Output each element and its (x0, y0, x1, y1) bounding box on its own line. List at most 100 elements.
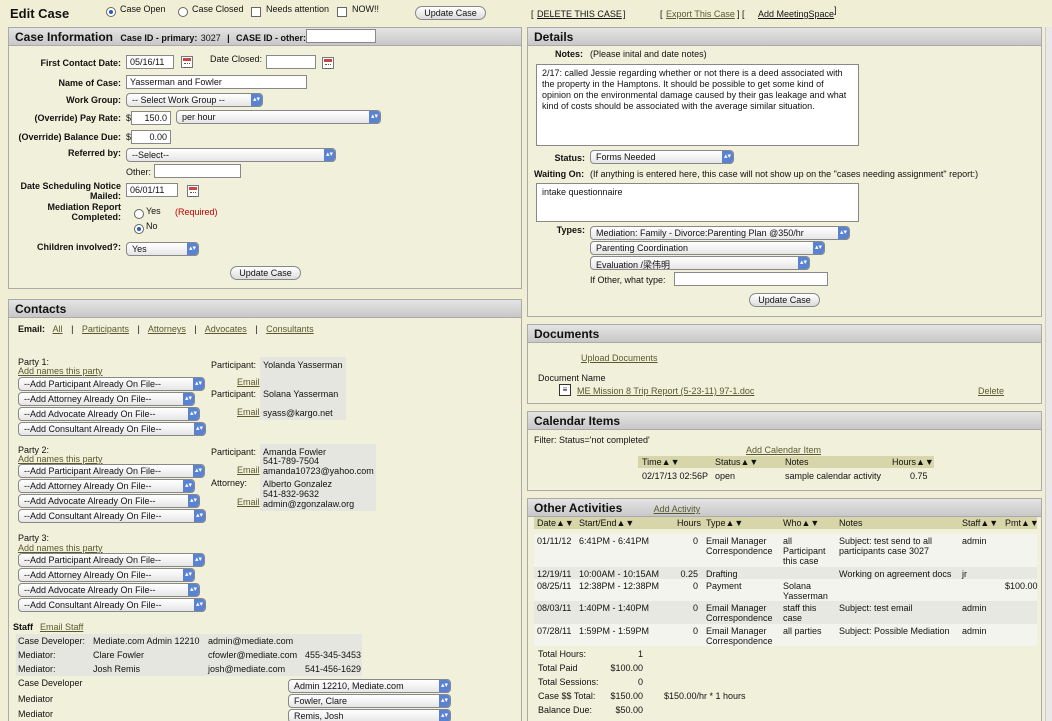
bracket-open-2: [ (660, 9, 663, 19)
filter-attorneys-link[interactable]: Attorneys (148, 324, 186, 334)
update-case-button-details[interactable]: Update Case (749, 293, 820, 307)
party2-add-consultant-select[interactable]: --Add Consultant Already On File-- ▴▾ (18, 509, 206, 523)
party2-add-advocate-select[interactable]: --Add Advocate Already On File-- ▴▾ (18, 494, 200, 508)
party2-add-attorney-select[interactable]: --Add Attorney Already On File-- ▴▾ (18, 479, 195, 493)
party1-add-consultant-select[interactable]: --Add Consultant Already On File-- ▴▾ (18, 422, 206, 436)
total-value: $50.00 (615, 705, 643, 715)
party1-add-advocate-select[interactable]: --Add Advocate Already On File-- ▴▾ (18, 407, 200, 421)
party1-add-participant-select[interactable]: --Add Participant Already On File-- ▴▾ (18, 377, 205, 391)
party1-add-attorney-select[interactable]: --Add Attorney Already On File-- ▴▾ (18, 392, 195, 406)
mediation-no-radio[interactable] (134, 224, 144, 234)
assign-mediator-select[interactable]: Fowler, Clare ▴▾ (288, 694, 451, 708)
activity-cell-notes: Subject: test send to all participants c… (839, 536, 933, 556)
other-type-label: If Other, what type: (590, 275, 666, 285)
other-input[interactable] (154, 164, 241, 178)
activity-cell-who: Solana Yasserman (783, 581, 828, 601)
first-contact-input[interactable]: 05/16/11 (126, 55, 174, 69)
activities-col-date[interactable]: Date▲▼ (537, 518, 574, 528)
activities-col-startend[interactable]: Start/End▲▼ (579, 518, 634, 528)
notice-date-input[interactable]: 06/01/11 (126, 183, 178, 197)
export-case-link[interactable]: Export This Case (666, 9, 735, 19)
add-activity-link[interactable]: Add Activity (654, 504, 701, 514)
date-closed-input[interactable] (266, 55, 316, 69)
referred-select[interactable]: --Select-- ▴▾ (126, 148, 336, 162)
date-closed-label: Date Closed: (210, 54, 263, 64)
email-staff-link[interactable]: Email Staff (40, 622, 83, 632)
activities-col-type[interactable]: Type▲▼ (706, 518, 743, 528)
email-link[interactable]: Email (237, 497, 260, 507)
calendar-icon[interactable] (187, 185, 199, 197)
activities-col-who[interactable]: Who▲▼ (783, 518, 819, 528)
calendar-icon[interactable] (322, 57, 334, 69)
party3-add-participant-select[interactable]: --Add Participant Already On File-- ▴▾ (18, 553, 205, 567)
select-value: --Add Participant Already On File-- (24, 466, 162, 476)
party3-add-names-link[interactable]: Add names this party (18, 543, 103, 553)
filter-all-link[interactable]: All (53, 324, 63, 334)
scrollbar[interactable] (1045, 27, 1052, 721)
chevron-updown-icon: ▴▾ (188, 584, 199, 596)
now-checkbox[interactable] (337, 7, 347, 17)
participant-email: amanda10723@yahoo.com (263, 466, 374, 476)
calendar-col-hours[interactable]: Hours▲▼ (892, 457, 934, 467)
case-closed-radio[interactable] (178, 7, 188, 17)
workgroup-select[interactable]: -- Select Work Group -- ▴▾ (126, 93, 263, 107)
case-open-radio[interactable] (106, 7, 116, 17)
type-select[interactable]: Parenting Coordination ▴▾ (590, 241, 825, 255)
activity-cell-staff: jr (962, 569, 967, 579)
participant-label: Participant: (211, 447, 257, 457)
other-type-input[interactable] (674, 272, 828, 286)
mediation-yes-radio[interactable] (134, 209, 144, 219)
balance-input[interactable]: 0.00 (131, 130, 171, 144)
filter-separator: | (255, 324, 258, 334)
update-case-button-info[interactable]: Update Case (230, 266, 301, 280)
notes-textarea[interactable]: 2/17: called Jessie regarding whether or… (536, 64, 859, 146)
attorney-label: Attorney: (211, 478, 248, 488)
delete-case-link[interactable]: DELETE THIS CASE (537, 9, 622, 19)
add-meetingspace-link[interactable]: Add MeetingSpace (758, 9, 834, 19)
party3-add-advocate-select[interactable]: --Add Advocate Already On File-- ▴▾ (18, 583, 200, 597)
activity-cell-who: staff this case (783, 603, 817, 623)
party3-add-consultant-select[interactable]: --Add Consultant Already On File-- ▴▾ (18, 598, 206, 612)
activity-cell-who: all parties (783, 626, 822, 636)
type-select[interactable]: Evaluation /梁伟明 ▴▾ (590, 256, 810, 270)
assign-role: Mediator (18, 709, 54, 719)
assign-case-developer-select[interactable]: Admin 12210, Mediate.com ▴▾ (288, 679, 451, 693)
update-case-button-top[interactable]: Update Case (415, 6, 486, 20)
case-name-input[interactable]: Yasserman and Fowler (126, 75, 307, 89)
total-label: Balance Due: (538, 705, 593, 715)
email-link[interactable]: Email (237, 407, 260, 417)
party3-add-attorney-select[interactable]: --Add Attorney Already On File-- ▴▾ (18, 568, 195, 582)
filter-participants-link[interactable]: Participants (82, 324, 129, 334)
activities-col-pmt[interactable]: Pmt▲▼ (1005, 518, 1039, 528)
activities-col-staff[interactable]: Staff▲▼ (962, 518, 998, 528)
party2-add-names-link[interactable]: Add names this party (18, 454, 103, 464)
add-calendar-item-link[interactable]: Add Calendar Item (746, 445, 821, 455)
calendar-icon[interactable] (181, 56, 193, 68)
case-id-other-label: CASE ID - other: (235, 33, 306, 43)
upload-documents-link[interactable]: Upload Documents (581, 353, 658, 363)
waiting-textarea[interactable]: intake questionnaire (536, 183, 859, 222)
filter-consultants-link[interactable]: Consultants (266, 324, 314, 334)
filter-advocates-link[interactable]: Advocates (205, 324, 247, 334)
type-select[interactable]: Mediation: Family - Divorce:Parenting Pl… (590, 226, 850, 240)
staff-name: Clare Fowler (93, 650, 145, 660)
total-value: $100.00 (610, 663, 643, 673)
assign-role: Case Developer (18, 678, 83, 688)
email-link[interactable]: Email (237, 377, 260, 387)
document-delete-link[interactable]: Delete (978, 386, 1004, 396)
case-id-other-input[interactable] (306, 29, 376, 43)
calendar-col-status[interactable]: Status▲▼ (715, 457, 758, 467)
children-select[interactable]: Yes ▴▾ (126, 242, 199, 256)
payrate-input[interactable]: 150.0 (131, 111, 171, 125)
status-select[interactable]: Forms Needed ▴▾ (590, 150, 734, 164)
calendar-col-time[interactable]: Time▲▼ (642, 457, 679, 467)
email-link[interactable]: Email (237, 465, 260, 475)
document-file-link[interactable]: ME Mission 8 Trip Report (5-23-11) 97-1.… (577, 386, 754, 396)
activities-panel: Other Activities Add Activity Date▲▼ Sta… (527, 498, 1042, 721)
party1-add-names-link[interactable]: Add names this party (18, 366, 103, 376)
assign-mediator-select[interactable]: Remis, Josh ▴▾ (288, 709, 451, 721)
participant-label: Participant: (211, 360, 257, 370)
payrate-unit-select[interactable]: per hour ▴▾ (176, 110, 381, 124)
needs-attention-checkbox[interactable] (251, 7, 261, 17)
party2-add-participant-select[interactable]: --Add Participant Already On File-- ▴▾ (18, 464, 205, 478)
